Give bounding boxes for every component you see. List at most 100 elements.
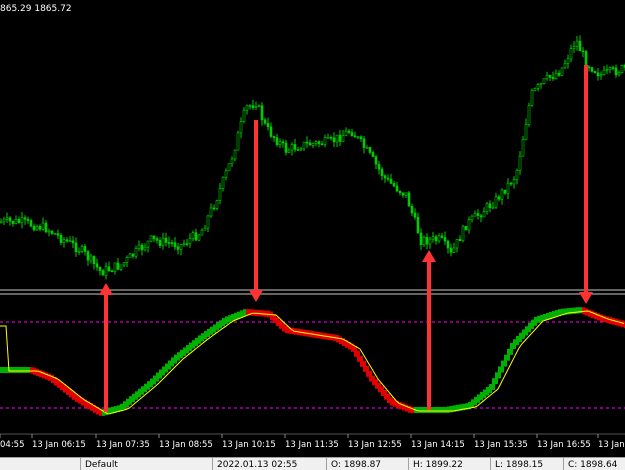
status-close: C: 1898.64 <box>563 458 625 470</box>
price-candle <box>44 220 48 234</box>
price-candle <box>224 168 228 181</box>
price-candle <box>32 223 36 232</box>
oscillator-bar <box>363 360 366 372</box>
price-candle <box>140 243 144 256</box>
price-candle <box>443 231 447 245</box>
price-candle <box>587 65 591 72</box>
oscillator-bar <box>516 336 519 346</box>
oscillator-bar <box>192 340 195 349</box>
oscillator-bar <box>618 319 621 327</box>
time-label: 13 Jan 14:15 <box>411 440 465 450</box>
oscillator-bar <box>222 318 225 327</box>
price-candle <box>59 233 63 246</box>
oscillator-bar <box>480 391 483 401</box>
price-candle <box>260 102 264 126</box>
arrow-up-icon <box>99 283 113 412</box>
price-candle <box>134 245 138 259</box>
price-candle <box>413 208 417 220</box>
price-candle <box>440 232 444 239</box>
price-candle <box>614 64 618 78</box>
price-candle <box>197 234 201 242</box>
oscillator-bar <box>15 367 18 373</box>
price-candle <box>374 154 378 170</box>
oscillator-bar <box>438 407 441 413</box>
chart-canvas[interactable]: 04:55 13 Jan 06:15 13 Jan 07:35 13 Jan 08:5… <box>0 0 625 457</box>
oscillator-bar <box>186 345 189 354</box>
price-candle <box>194 228 198 242</box>
price-candle <box>458 235 462 241</box>
time-axis: 04:55 13 Jan 06:15 13 Jan 07:35 13 Jan 08:5… <box>0 434 625 450</box>
price-candle <box>362 135 366 154</box>
price-candle <box>317 140 321 148</box>
oscillator-bar <box>198 335 201 344</box>
price-candle <box>308 139 312 146</box>
price-candle <box>563 59 567 69</box>
price-candle <box>158 237 162 249</box>
price-candle <box>230 156 234 167</box>
price-candle <box>17 216 21 224</box>
oscillator-bar <box>489 384 492 394</box>
price-candle <box>227 163 231 172</box>
price-candle <box>383 174 387 183</box>
price-candle <box>125 255 129 268</box>
status-low: L: 1898.15 <box>490 458 567 470</box>
price-candle <box>509 181 513 186</box>
oscillator-bar <box>369 370 372 382</box>
oscillator-bar <box>585 308 588 316</box>
price-candle <box>557 70 561 77</box>
oscillator-bar <box>177 352 180 361</box>
oscillator-bar <box>519 332 522 343</box>
price-candle <box>479 213 483 223</box>
oscillator-bar <box>171 357 174 367</box>
price-candle <box>29 218 33 228</box>
oscillator-bar <box>153 375 156 385</box>
oscillator-bar <box>366 365 369 377</box>
oscillator-bar <box>387 393 390 404</box>
price-candle <box>419 228 423 251</box>
price-candle <box>350 128 354 137</box>
oscillator-bar <box>3 367 6 373</box>
price-candle <box>236 130 240 151</box>
oscillator-bar <box>501 360 504 373</box>
price-candle <box>356 136 360 140</box>
price-candle <box>527 102 531 127</box>
oscillator-bar <box>417 407 420 413</box>
oscillator-bar <box>165 363 168 373</box>
price-candle <box>65 237 69 243</box>
oscillator-bar <box>528 322 531 333</box>
price-candle <box>185 238 189 247</box>
oscillator-bar <box>21 367 24 373</box>
price-candle <box>434 234 438 245</box>
chart-window[interactable]: 865.29 1865.72 04:55 13 Jan 06:15 13 Jan 0… <box>0 0 625 470</box>
price-candle <box>407 190 411 207</box>
oscillator-bar <box>36 368 39 376</box>
price-candle <box>170 239 174 247</box>
oscillator-bar <box>243 309 246 317</box>
price-candle <box>164 232 168 247</box>
oscillator-bar <box>444 406 447 413</box>
price-candle <box>425 233 429 250</box>
status-high: H: 1899.22 <box>408 458 493 470</box>
oscillator-bar <box>18 367 21 373</box>
price-candle <box>104 262 108 280</box>
oscillator-bar <box>279 319 282 329</box>
oscillator-bar <box>603 315 606 323</box>
status-bar: Default 2022.01.13 02:55 O: 1898.87 H: 1… <box>0 457 625 470</box>
price-candles <box>0 35 625 280</box>
oscillator-bar <box>420 407 423 413</box>
price-candle <box>431 231 435 243</box>
status-datetime: 2022.01.13 02:55 <box>212 458 325 470</box>
price-candle <box>248 104 252 110</box>
price-candle <box>149 235 153 243</box>
oscillator-bar <box>168 360 171 370</box>
price-candle <box>347 128 351 135</box>
time-label: 13 Jan 10:15 <box>222 440 276 450</box>
oscillator-bar <box>537 315 540 323</box>
price-candle <box>584 49 588 68</box>
price-candle <box>449 243 453 257</box>
time-label: 13 Jan <box>598 440 625 450</box>
oscillator-bar <box>150 378 153 388</box>
price-candle <box>545 71 549 81</box>
oscillator-bar <box>228 315 231 323</box>
price-candle <box>491 201 495 209</box>
